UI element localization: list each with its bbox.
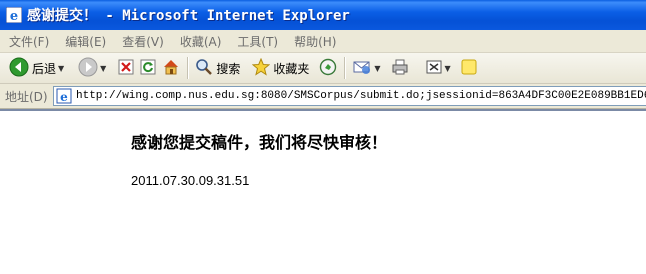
mail-button[interactable]: ▼ xyxy=(349,56,383,80)
menu-view[interactable]: 查看(V) xyxy=(113,33,171,50)
forward-dropdown-icon[interactable]: ▼ xyxy=(100,64,106,73)
printer-icon xyxy=(391,58,409,79)
menu-edit[interactable]: 编辑(E) xyxy=(56,33,113,50)
back-dropdown-icon[interactable]: ▼ xyxy=(58,64,64,73)
note-icon xyxy=(461,59,477,78)
back-button[interactable]: 后退 ▼ xyxy=(6,56,67,80)
edit-page-icon xyxy=(425,58,443,79)
address-bar: 地址(D) e http://wing.comp.nus.edu.sg:8080… xyxy=(0,84,646,109)
page-content: 感谢您提交稿件，我们将尽快审核！ 2011.07.30.09.31.51 xyxy=(0,109,646,274)
page-heading: 感谢您提交稿件，我们将尽快审核！ xyxy=(131,133,388,152)
title-bar: e 感谢提交！ - Microsoft Internet Explorer xyxy=(0,0,646,30)
toolbar-separator xyxy=(187,57,189,79)
favorites-label: 收藏夹 xyxy=(273,61,310,76)
media-button[interactable] xyxy=(316,56,340,80)
forward-arrow-icon xyxy=(78,57,98,80)
search-button[interactable]: 搜索 xyxy=(192,56,243,80)
print-button[interactable] xyxy=(388,56,412,80)
menu-favorites[interactable]: 收藏(A) xyxy=(171,33,229,50)
favorites-star-icon xyxy=(252,57,271,79)
menu-file[interactable]: 文件(F) xyxy=(0,33,56,50)
stop-button[interactable] xyxy=(115,56,137,80)
svg-text:e: e xyxy=(10,9,18,23)
forward-button[interactable]: ▼ xyxy=(75,56,109,80)
page-icon: e xyxy=(56,88,72,104)
edit-dropdown-icon[interactable]: ▼ xyxy=(445,64,451,73)
mail-dropdown-icon[interactable]: ▼ xyxy=(374,64,380,73)
discuss-button[interactable] xyxy=(458,56,480,80)
address-input[interactable]: e http://wing.comp.nus.edu.sg:8080/SMSCo… xyxy=(53,86,646,106)
home-button[interactable] xyxy=(159,56,183,80)
ie-logo-icon: e xyxy=(5,6,23,24)
menu-help[interactable]: 帮助(H) xyxy=(285,33,343,50)
home-icon xyxy=(162,58,180,79)
mail-icon xyxy=(352,58,372,79)
back-arrow-icon xyxy=(9,57,29,80)
svg-text:e: e xyxy=(60,90,68,104)
media-icon xyxy=(319,58,337,79)
menu-bar: 文件(F) 编辑(E) 查看(V) 收藏(A) 工具(T) 帮助(H) xyxy=(0,30,646,53)
search-label: 搜索 xyxy=(216,61,241,76)
address-url: http://wing.comp.nus.edu.sg:8080/SMSCorp… xyxy=(76,90,646,102)
back-label: 后退 xyxy=(32,61,57,76)
refresh-button[interactable] xyxy=(137,56,159,80)
toolbar-separator xyxy=(344,57,346,79)
toolbar: 后退 ▼ ▼ 搜索 收藏夹 ▼ ▼ xyxy=(0,53,646,84)
refresh-icon xyxy=(140,59,156,78)
search-icon xyxy=(195,58,213,79)
edit-button[interactable]: ▼ xyxy=(422,56,454,80)
stop-icon xyxy=(118,59,134,78)
window-title: 感谢提交！ - Microsoft Internet Explorer xyxy=(27,8,350,24)
address-label: 地址(D) xyxy=(5,89,48,104)
favorites-button[interactable]: 收藏夹 xyxy=(249,56,312,80)
menu-tools[interactable]: 工具(T) xyxy=(228,33,285,50)
submission-timestamp: 2011.07.30.09.31.51 xyxy=(131,173,250,188)
